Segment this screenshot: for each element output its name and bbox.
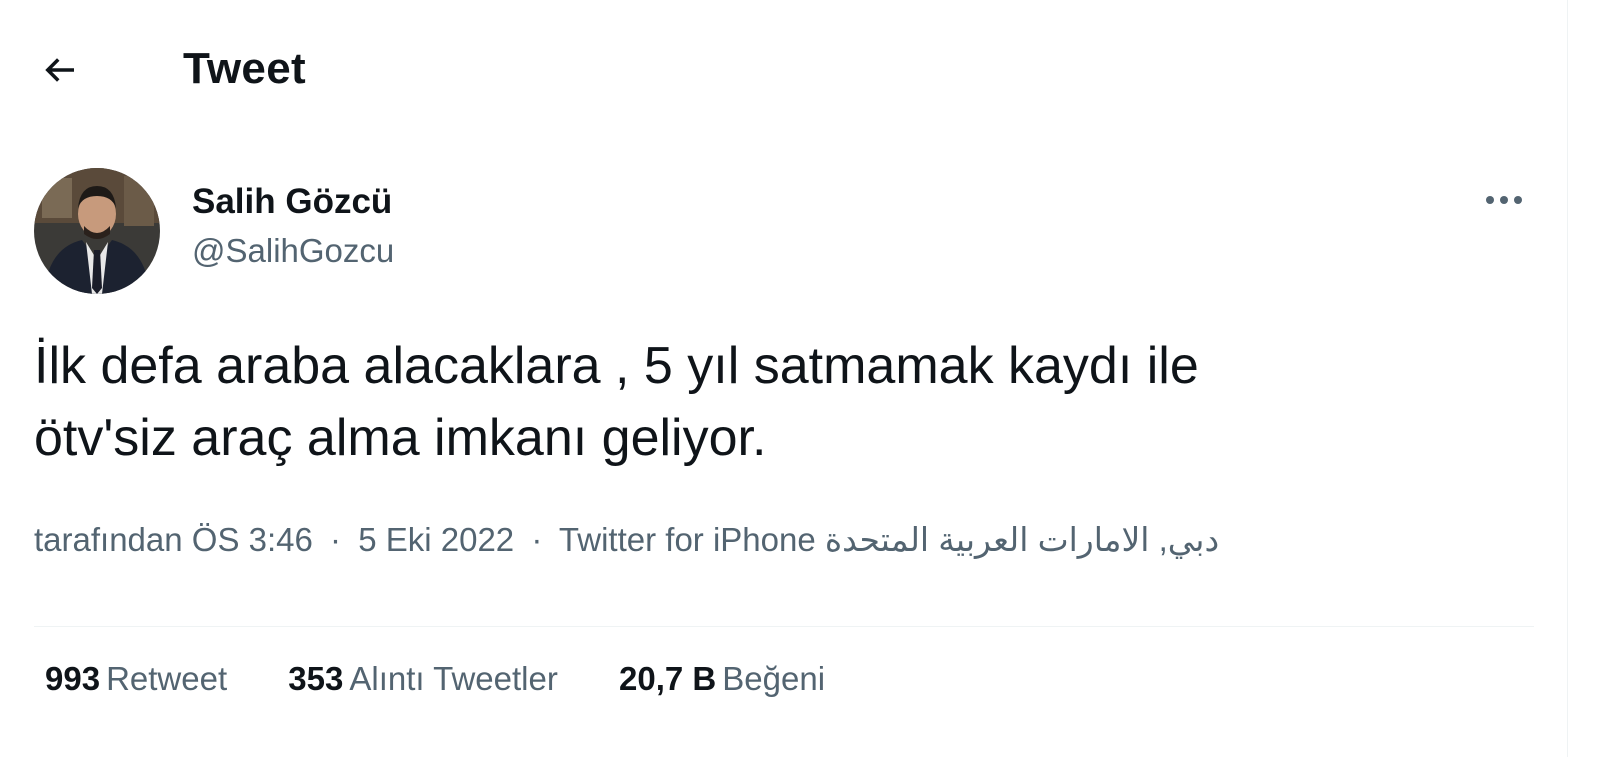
tweet-text-line: ötv'siz araç alma imkanı geliyor.: [34, 409, 767, 467]
user-handle[interactable]: @SalihGozcu: [192, 232, 394, 270]
more-options-button[interactable]: [1474, 180, 1534, 220]
stat-count: 20,7 B: [619, 660, 717, 697]
divider: [34, 626, 1534, 627]
meta-separator: ·: [330, 521, 342, 558]
tweet-place[interactable]: دبي, الامارات العربية المتحدة: [825, 521, 1219, 558]
stat-label: Beğeni: [722, 660, 826, 697]
stat-count: 993: [45, 660, 101, 697]
avatar[interactable]: [34, 168, 160, 294]
likes-count-link[interactable]: 20,7 B Beğeni: [619, 660, 825, 698]
tweet-text: İlk defa araba alacaklara , 5 yıl satmam…: [34, 330, 1454, 474]
retweet-count-link[interactable]: 993 Retweet: [45, 660, 227, 698]
tweet-date-link[interactable]: 5 Eki 2022: [358, 521, 514, 558]
meta-separator: ·: [531, 521, 543, 558]
display-name[interactable]: Salih Gözcü: [192, 182, 392, 222]
tweet-stats: 993 Retweet 353 Alıntı Tweetler 20,7 B Beğe…: [45, 660, 877, 698]
tweet-author: Salih Gözcü @SalihGozcu: [34, 168, 1534, 294]
avatar-image: [34, 168, 160, 294]
tweet-time-link[interactable]: ÖS 3:46: [192, 521, 313, 558]
quote-tweets-link[interactable]: 353 Alıntı Tweetler: [288, 660, 558, 698]
tweet-metadata: tarafından ÖS 3:46 · 5 Eki 2022 · Twitte…: [34, 520, 1219, 559]
more-horizontal-icon: [1486, 196, 1522, 204]
meta-prefix: tarafından: [34, 521, 183, 558]
page-title: Tweet: [183, 44, 306, 93]
stat-label: Alıntı Tweetler: [349, 660, 558, 697]
stat-label: Retweet: [106, 660, 228, 697]
tweet-text-line: İlk defa araba alacaklara , 5 yıl satmam…: [34, 337, 1199, 395]
tweet-header: Tweet: [0, 30, 1567, 105]
back-button[interactable]: [36, 46, 84, 94]
stat-count: 353: [288, 660, 344, 697]
tweet-source-link[interactable]: Twitter for iPhone: [559, 521, 816, 558]
arrow-left-icon: [45, 58, 74, 82]
tweet-column: Tweet Salih Gözcü @SalihGozcu İlk defa a…: [0, 0, 1568, 757]
